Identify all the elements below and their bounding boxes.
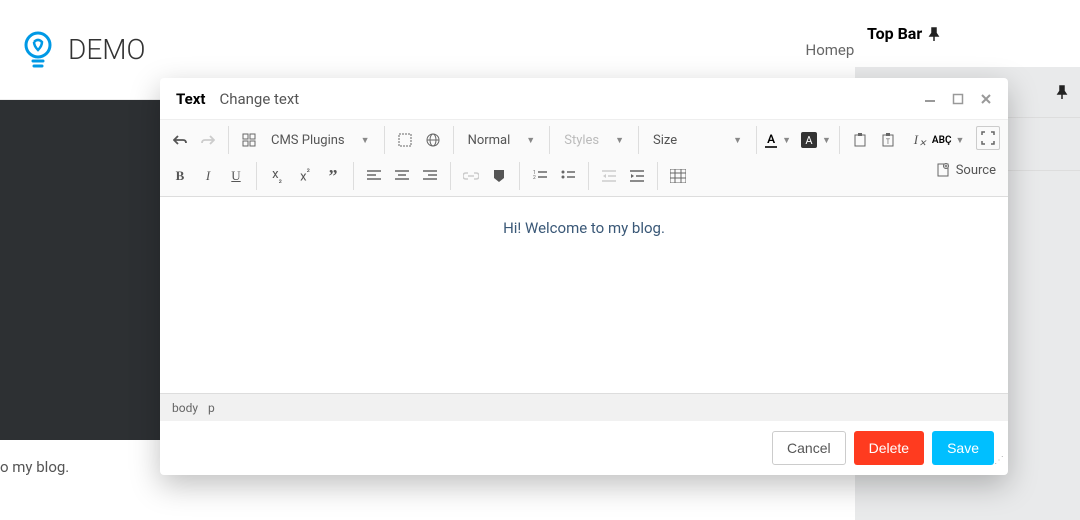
blockquote-button[interactable]: ” <box>321 164 345 188</box>
toolbar-right-1 <box>976 126 1000 150</box>
chevron-down-icon: ▼ <box>955 135 964 146</box>
maximize-button[interactable] <box>952 93 964 105</box>
align-right-button[interactable] <box>418 164 442 188</box>
remove-format-button[interactable]: I✕ <box>904 128 928 152</box>
svg-text:T: T <box>886 138 891 146</box>
chevron-down-icon: ▼ <box>615 135 624 146</box>
titlebar-left: Text Change text <box>176 90 299 108</box>
window-controls <box>924 93 992 105</box>
delete-button[interactable]: Delete <box>854 431 924 465</box>
logo-bulb-icon <box>20 28 56 72</box>
toolbar-row-2: B I U x₂ x² ” <box>160 160 1008 196</box>
spellcheck-button[interactable]: ABÇ ▼ <box>932 135 964 146</box>
chevron-down-icon: ▼ <box>782 135 791 146</box>
pin-icon <box>1056 85 1068 99</box>
text-color-button[interactable]: A ▼ <box>765 133 791 148</box>
chevron-down-icon: ▼ <box>733 135 742 146</box>
subscript-button[interactable]: x₂ <box>265 164 289 188</box>
outdent-button[interactable] <box>597 164 621 188</box>
size-label: Size <box>653 133 677 148</box>
modal-titlebar[interactable]: Text Change text <box>160 78 1008 120</box>
paste-button[interactable] <box>848 128 872 152</box>
anchor-button[interactable] <box>487 164 511 188</box>
link-button[interactable] <box>459 164 483 188</box>
align-center-button[interactable] <box>390 164 414 188</box>
styles-dropdown[interactable]: Styles ▼ <box>558 128 630 152</box>
chevron-down-icon: ▼ <box>822 135 831 146</box>
align-left-button[interactable] <box>362 164 386 188</box>
pin-icon <box>928 27 940 41</box>
editor-content-area[interactable]: Hi! Welcome to my blog. <box>160 197 1008 393</box>
source-label: Source <box>956 163 996 178</box>
cancel-button[interactable]: Cancel <box>772 431 846 465</box>
bold-button[interactable]: B <box>168 164 192 188</box>
cms-plugins-icon[interactable] <box>237 128 261 152</box>
paste-text-button[interactable]: T <box>876 128 900 152</box>
globe-button[interactable] <box>421 128 445 152</box>
chevron-down-icon: ▼ <box>526 135 535 146</box>
resize-grip[interactable]: ⋰ <box>992 459 1004 471</box>
bg-color-button[interactable]: A ▼ <box>801 132 831 148</box>
toolbar-row-1: CMS Plugins ▼ Normal ▼ S <box>160 120 1008 160</box>
elements-path-body[interactable]: body <box>172 401 198 415</box>
editor-statusbar: body p <box>160 393 1008 421</box>
fullscreen-button[interactable] <box>976 126 1000 150</box>
redo-button[interactable] <box>196 128 220 152</box>
cms-plugins-label: CMS Plugins <box>271 133 345 148</box>
text-editor-modal: Text Change text <box>160 78 1008 475</box>
undo-button[interactable] <box>168 128 192 152</box>
minimize-button[interactable] <box>924 93 936 105</box>
superscript-button[interactable]: x² <box>293 164 317 188</box>
modal-title-primary: Text <box>176 90 205 108</box>
chevron-down-icon: ▼ <box>361 135 370 146</box>
toolbar-right-2: Source <box>932 158 1000 182</box>
numbered-list-button[interactable]: 12 <box>528 164 552 188</box>
source-button[interactable]: Source <box>932 158 1000 182</box>
format-label: Normal <box>468 133 511 148</box>
logo-group: DEMO <box>20 28 145 72</box>
save-button[interactable]: Save <box>932 431 994 465</box>
editor-toolbar: CMS Plugins ▼ Normal ▼ S <box>160 120 1008 197</box>
elements-path-p[interactable]: p <box>208 401 215 415</box>
sidebar-title-row[interactable]: Top Bar <box>855 0 1080 67</box>
styles-label: Styles <box>564 133 599 148</box>
brand-name: DEMO <box>68 33 145 66</box>
editor-paragraph[interactable]: Hi! Welcome to my blog. <box>182 219 986 237</box>
indent-button[interactable] <box>625 164 649 188</box>
show-blocks-button[interactable] <box>393 128 417 152</box>
close-button[interactable] <box>980 93 992 105</box>
paragraph-format-dropdown[interactable]: Normal ▼ <box>462 128 542 152</box>
modal-footer: Cancel Delete Save ⋰ <box>160 421 1008 475</box>
table-button[interactable] <box>666 164 690 188</box>
hero-snippet-text: o my blog. <box>0 458 69 476</box>
italic-button[interactable]: I <box>196 164 220 188</box>
cms-plugins-dropdown[interactable]: CMS Plugins ▼ <box>265 128 376 152</box>
underline-button[interactable]: U <box>224 164 248 188</box>
sidebar-title-text: Top Bar <box>867 24 922 43</box>
source-icon <box>936 163 950 177</box>
modal-title-secondary: Change text <box>219 90 299 108</box>
font-size-dropdown[interactable]: Size ▼ <box>647 128 748 152</box>
svg-text:2: 2 <box>533 175 536 181</box>
bullet-list-button[interactable] <box>556 164 580 188</box>
